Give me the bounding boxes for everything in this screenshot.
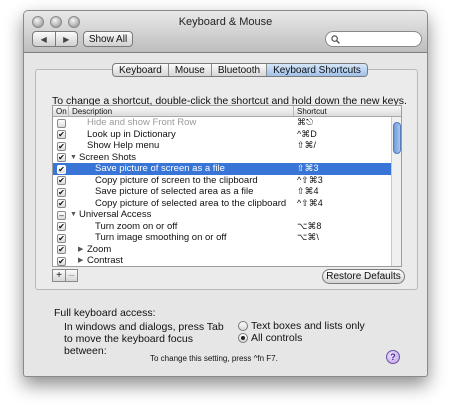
row-checkbox[interactable]: ✔	[57, 187, 66, 197]
row-checkbox[interactable]: ✔	[57, 256, 66, 266]
table-row[interactable]: Hide and show Front Row ⌘⎋	[53, 117, 392, 129]
radio-button[interactable]	[238, 321, 248, 331]
row-shortcut[interactable]: ⇧⌘4	[297, 186, 319, 198]
title-bar: Keyboard & Mouse ◀ ▶ Show All	[24, 11, 427, 53]
row-description: Save picture of screen as a file	[95, 163, 225, 174]
tab-keyboard-shortcuts[interactable]: Keyboard Shortcuts	[266, 64, 367, 76]
table-row[interactable]: ✔ ▶ Contrast	[53, 255, 392, 266]
row-description: Hide and show Front Row	[87, 117, 197, 128]
radio-label: Text boxes and lists only	[251, 320, 365, 332]
row-checkbox[interactable]: ✔	[57, 245, 66, 254]
disclosure-open-icon[interactable]: ▼	[70, 209, 77, 221]
table-rows: Hide and show Front Row ⌘⎋ ✔ Look up in Dic…	[53, 117, 392, 266]
radio-label: All controls	[251, 332, 303, 344]
window-title: Keyboard & Mouse	[178, 16, 273, 28]
shortcuts-table: On Description Shortcut Hide and show Fr…	[52, 105, 402, 267]
row-checkbox[interactable]: –	[57, 210, 66, 220]
back-icon[interactable]: ◀	[33, 32, 55, 46]
restore-defaults-button[interactable]: Restore Defaults	[322, 269, 405, 284]
table-row[interactable]: ✔ Turn zoom on or off ⌥⌘8	[53, 221, 392, 233]
row-description: Copy picture of screen to the clipboard	[95, 174, 258, 186]
table-row[interactable]: ✔ Copy picture of selected area to the cl…	[53, 198, 392, 210]
table-header: On Description Shortcut	[53, 106, 401, 117]
row-description: Contrast	[87, 255, 123, 266]
row-description: Save picture of selected area as a file	[95, 186, 254, 197]
tab-bluetooth[interactable]: Bluetooth	[210, 64, 266, 76]
table-row[interactable]: ✔ ▼ Screen Shots	[53, 152, 392, 164]
row-shortcut[interactable]: ^⇧⌘3	[297, 175, 323, 187]
row-description: Copy picture of selected area to the cli…	[95, 197, 287, 209]
row-description: Zoom	[87, 243, 112, 255]
table-row[interactable]: – ▼ Universal Access	[53, 209, 392, 221]
search-icon	[331, 34, 340, 44]
row-checkbox[interactable]: ✔	[57, 141, 66, 151]
radio-text-boxes-and-lists[interactable]: Text boxes and lists only	[238, 320, 365, 332]
row-shortcut[interactable]: ^⇧⌘4	[297, 198, 323, 210]
add-shortcut-button[interactable]: +	[53, 270, 65, 281]
column-header-shortcut[interactable]: Shortcut	[294, 106, 393, 116]
table-row[interactable]: ✔ Look up in Dictionary ^⌘D	[53, 129, 392, 141]
row-checkbox[interactable]: ✔	[57, 130, 66, 139]
table-row[interactable]: ✔ Turn image smoothing on or off ⌥⌘\	[53, 232, 392, 244]
table-row[interactable]: ✔ ▶ Zoom	[53, 244, 392, 256]
table-row[interactable]: ✔ Save picture of screen as a file ⇧⌘3	[53, 163, 392, 175]
preferences-window: Keyboard & Mouse ◀ ▶ Show All Keyboard M…	[23, 10, 428, 377]
scrollbar-thumb[interactable]	[393, 122, 401, 154]
row-description: Turn zoom on or off	[95, 220, 178, 232]
row-description: Universal Access	[79, 209, 152, 220]
row-checkbox[interactable]: ✔	[57, 153, 66, 162]
row-shortcut[interactable]: ⌘⎋	[297, 117, 313, 129]
keyboard-access-note: To change this setting, press ^fn F7.	[150, 354, 278, 363]
add-remove-buttons: + –	[52, 269, 78, 282]
table-row[interactable]: ✔ Copy picture of screen to the clipboard…	[53, 175, 392, 187]
forward-icon[interactable]: ▶	[54, 32, 78, 46]
row-description: Look up in Dictionary	[87, 128, 176, 140]
help-button[interactable]: ?	[386, 350, 400, 364]
table-scrollbar[interactable]	[391, 117, 401, 266]
search-field[interactable]	[325, 31, 422, 47]
disclosure-closed-icon[interactable]: ▶	[78, 255, 83, 266]
row-checkbox[interactable]: ✔	[57, 222, 66, 231]
back-forward-buttons: ◀ ▶	[32, 31, 78, 47]
radio-all-controls[interactable]: All controls	[238, 332, 302, 344]
row-shortcut[interactable]: ^⌘D	[297, 129, 317, 141]
show-all-button[interactable]: Show All	[83, 31, 133, 47]
row-description: Turn image smoothing on or off	[95, 232, 227, 243]
column-header-on[interactable]: On	[53, 106, 69, 116]
row-shortcut[interactable]: ⇧⌘/	[297, 140, 316, 152]
row-shortcut[interactable]: ⌥⌘8	[297, 221, 321, 233]
row-checkbox[interactable]	[57, 118, 66, 128]
row-checkbox[interactable]: ✔	[57, 176, 66, 185]
row-shortcut[interactable]: ⌥⌘\	[297, 232, 319, 244]
row-checkbox[interactable]: ✔	[57, 164, 66, 174]
full-keyboard-access-label: Full keyboard access:	[54, 307, 156, 319]
row-checkbox[interactable]: ✔	[57, 199, 66, 208]
full-keyboard-access-description: In windows and dialogs, press Tab to mov…	[64, 321, 224, 357]
column-header-description[interactable]: Description	[69, 106, 294, 116]
table-row[interactable]: ✔ Show Help menu ⇧⌘/	[53, 140, 392, 152]
row-checkbox[interactable]: ✔	[57, 233, 66, 243]
tab-bar: Keyboard Mouse Bluetooth Keyboard Shortc…	[112, 63, 368, 77]
row-description: Screen Shots	[79, 151, 137, 163]
remove-shortcut-button[interactable]: –	[65, 270, 77, 281]
tab-keyboard[interactable]: Keyboard	[113, 64, 168, 76]
table-row[interactable]: ✔ Save picture of selected area as a file…	[53, 186, 392, 198]
tab-mouse[interactable]: Mouse	[167, 64, 211, 76]
radio-button[interactable]	[238, 333, 248, 343]
disclosure-open-icon[interactable]: ▼	[70, 152, 77, 164]
search-input[interactable]	[343, 34, 413, 44]
row-shortcut[interactable]: ⇧⌘3	[297, 163, 319, 175]
disclosure-closed-icon[interactable]: ▶	[78, 244, 83, 256]
row-description: Show Help menu	[87, 140, 160, 151]
